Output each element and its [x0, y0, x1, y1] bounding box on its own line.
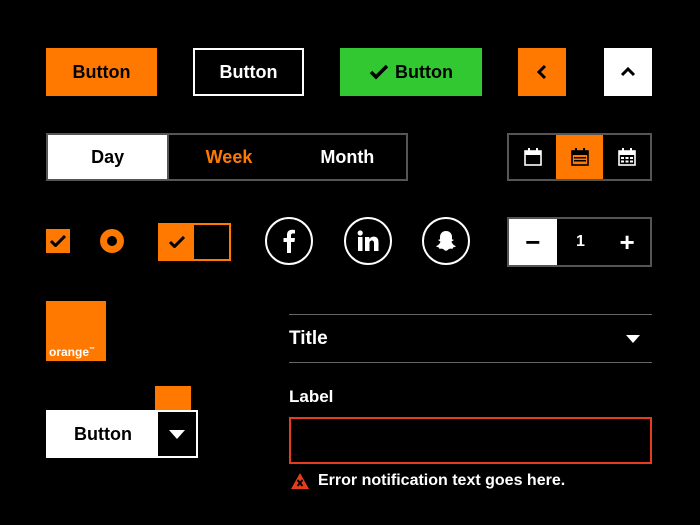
linkedin-icon	[357, 230, 379, 252]
success-button[interactable]: Button	[340, 48, 482, 96]
snapchat-icon	[434, 229, 458, 253]
accordion-title: Title	[289, 327, 328, 349]
field-label: Label	[289, 387, 334, 406]
brand-wordmark: orange™	[49, 345, 95, 359]
facebook-button[interactable]	[265, 217, 313, 265]
view-segmented-control: Day Week Month	[46, 133, 408, 181]
chevron-left-icon	[536, 64, 548, 80]
snapchat-button[interactable]	[422, 217, 470, 265]
linkedin-button[interactable]	[344, 217, 392, 265]
up-button[interactable]	[604, 48, 652, 96]
error-warning-icon	[290, 472, 310, 490]
toggle-off-segment	[193, 225, 229, 259]
check-icon	[50, 235, 66, 247]
segment-month[interactable]: Month	[289, 135, 406, 179]
split-button-label[interactable]: Button	[48, 412, 158, 456]
chevron-down-icon	[169, 429, 185, 439]
quantity-value: 1	[576, 233, 585, 250]
checkbox[interactable]	[46, 229, 70, 253]
brand-text: orange	[49, 345, 90, 359]
orange-logo: orange™	[46, 301, 106, 361]
calendar-week-button[interactable]	[556, 135, 603, 179]
calendar-day-icon	[523, 147, 543, 167]
trademark: ™	[89, 347, 96, 353]
primary-button[interactable]: Button	[46, 48, 157, 96]
text-input-error[interactable]	[289, 417, 652, 464]
error-notification: Error notification text goes here.	[290, 472, 565, 490]
facebook-icon	[282, 229, 296, 253]
decrement-button[interactable]: −	[509, 219, 557, 265]
quantity-stepper: − 1 +	[507, 217, 652, 267]
calendar-month-button[interactable]	[603, 135, 650, 179]
radio-dot	[107, 236, 117, 246]
split-button-toggle[interactable]	[158, 412, 196, 456]
segment-week[interactable]: Week	[167, 135, 288, 179]
accordion-header[interactable]: Title	[289, 315, 652, 362]
check-icon	[369, 64, 389, 80]
segment-day[interactable]: Day	[48, 135, 168, 179]
chevron-up-icon	[620, 66, 636, 78]
chevron-down-icon	[626, 334, 640, 343]
split-dropdown-button: Button	[46, 410, 198, 458]
increment-button[interactable]: +	[604, 219, 650, 265]
accordion-bottom-divider	[289, 362, 652, 363]
calendar-month-icon	[617, 147, 637, 167]
check-icon	[168, 236, 185, 248]
calendar-day-button[interactable]	[509, 135, 556, 179]
toggle-on-segment	[160, 225, 194, 259]
toggle-switch[interactable]	[158, 223, 231, 261]
calendar-view-toggle	[507, 133, 652, 181]
error-text: Error notification text goes here.	[318, 472, 566, 489]
secondary-button[interactable]: Button	[193, 48, 304, 96]
back-button[interactable]	[518, 48, 566, 96]
success-button-label: Button	[395, 61, 453, 82]
calendar-week-icon	[570, 147, 590, 167]
radio-button[interactable]	[100, 229, 124, 253]
